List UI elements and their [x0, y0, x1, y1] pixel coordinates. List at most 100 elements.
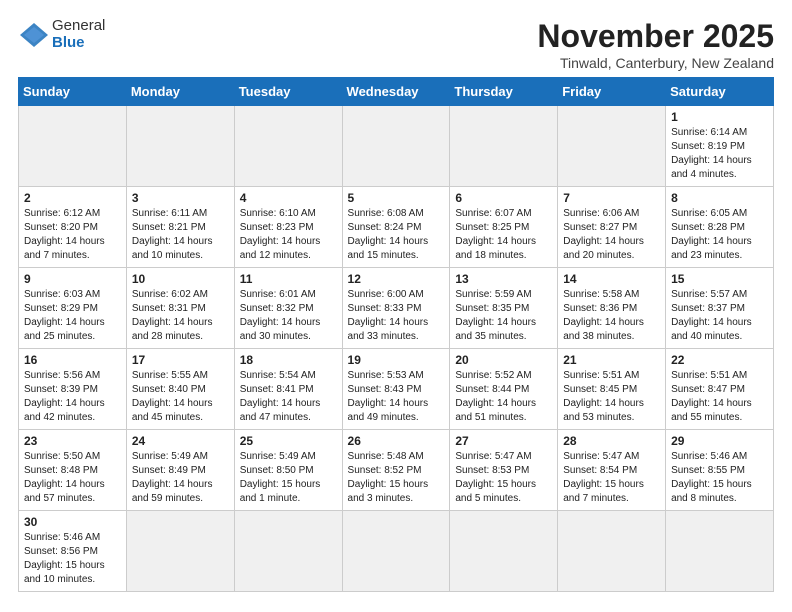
week-row-3: 9 Sunrise: 6:03 AM Sunset: 8:29 PM Daylig… [19, 268, 774, 349]
day-number: 9 [24, 272, 121, 286]
logo-graphic [18, 21, 50, 49]
day-info: Sunrise: 5:53 AM Sunset: 8:43 PM Dayligh… [348, 369, 445, 425]
calendar-cell [19, 106, 127, 187]
logo-container: General Blue [18, 18, 105, 51]
day-info: Sunrise: 6:10 AM Sunset: 8:23 PM Dayligh… [240, 207, 337, 263]
day-info: Sunrise: 5:52 AM Sunset: 8:44 PM Dayligh… [455, 369, 552, 425]
day-info: Sunrise: 5:57 AM Sunset: 8:37 PM Dayligh… [671, 288, 768, 344]
day-info: Sunrise: 5:47 AM Sunset: 8:53 PM Dayligh… [455, 450, 552, 506]
day-number: 1 [671, 110, 768, 124]
calendar-cell: 11Sunrise: 6:01 AM Sunset: 8:32 PM Dayli… [234, 268, 342, 349]
day-number: 14 [563, 272, 660, 286]
calendar-cell: 20 Sunrise: 5:52 AM Sunset: 8:44 PM Dayli… [450, 349, 558, 430]
day-info: Sunrise: 5:49 AM Sunset: 8:49 PM Dayligh… [132, 450, 229, 506]
day-info: Sunrise: 6:07 AM Sunset: 8:25 PM Dayligh… [455, 207, 552, 263]
calendar-cell: 8Sunrise: 6:05 AM Sunset: 8:28 PM Daylig… [666, 187, 774, 268]
calendar-cell: 5 Sunrise: 6:08 AM Sunset: 8:24 PM Daylig… [342, 187, 450, 268]
calendar-cell: 16Sunrise: 5:56 AM Sunset: 8:39 PM Dayli… [19, 349, 127, 430]
calendar-cell: 4 Sunrise: 6:10 AM Sunset: 8:23 PM Daylig… [234, 187, 342, 268]
day-number: 4 [240, 191, 337, 205]
day-header-monday: Monday [126, 78, 234, 106]
day-number: 19 [348, 353, 445, 367]
calendar-cell: 13Sunrise: 5:59 AM Sunset: 8:35 PM Dayli… [450, 268, 558, 349]
week-row-6: 30 Sunrise: 5:46 AM Sunset: 8:56 PM Dayli… [19, 511, 774, 592]
calendar-cell: 22 Sunrise: 5:51 AM Sunset: 8:47 PM Dayli… [666, 349, 774, 430]
calendar-cell [234, 511, 342, 592]
day-info: Sunrise: 6:11 AM Sunset: 8:21 PM Dayligh… [132, 207, 229, 263]
day-number: 27 [455, 434, 552, 448]
day-info: Sunrise: 5:49 AM Sunset: 8:50 PM Dayligh… [240, 450, 337, 506]
day-headers-row: SundayMondayTuesdayWednesdayThursdayFrid… [19, 78, 774, 106]
day-number: 29 [671, 434, 768, 448]
day-number: 2 [24, 191, 121, 205]
day-info: Sunrise: 5:50 AM Sunset: 8:48 PM Dayligh… [24, 450, 121, 506]
calendar-cell: 9 Sunrise: 6:03 AM Sunset: 8:29 PM Daylig… [19, 268, 127, 349]
day-info: Sunrise: 6:02 AM Sunset: 8:31 PM Dayligh… [132, 288, 229, 344]
calendar-cell: 14Sunrise: 5:58 AM Sunset: 8:36 PM Dayli… [558, 268, 666, 349]
day-number: 16 [24, 353, 121, 367]
day-info: Sunrise: 6:03 AM Sunset: 8:29 PM Dayligh… [24, 288, 121, 344]
calendar-cell [450, 511, 558, 592]
day-info: Sunrise: 5:59 AM Sunset: 8:35 PM Dayligh… [455, 288, 552, 344]
day-number: 10 [132, 272, 229, 286]
day-number: 17 [132, 353, 229, 367]
day-number: 7 [563, 191, 660, 205]
day-number: 25 [240, 434, 337, 448]
calendar-cell: 23 Sunrise: 5:50 AM Sunset: 8:48 PM Dayli… [19, 430, 127, 511]
day-header-sunday: Sunday [19, 78, 127, 106]
day-info: Sunrise: 5:46 AM Sunset: 8:55 PM Dayligh… [671, 450, 768, 506]
day-header-tuesday: Tuesday [234, 78, 342, 106]
calendar-cell [342, 511, 450, 592]
day-info: Sunrise: 5:46 AM Sunset: 8:56 PM Dayligh… [24, 531, 121, 587]
calendar-table: SundayMondayTuesdayWednesdayThursdayFrid… [18, 77, 774, 592]
day-info: Sunrise: 5:55 AM Sunset: 8:40 PM Dayligh… [132, 369, 229, 425]
day-number: 23 [24, 434, 121, 448]
day-number: 30 [24, 515, 121, 529]
day-header-friday: Friday [558, 78, 666, 106]
day-info: Sunrise: 5:51 AM Sunset: 8:45 PM Dayligh… [563, 369, 660, 425]
day-info: Sunrise: 6:14 AM Sunset: 8:19 PM Dayligh… [671, 126, 768, 182]
calendar-cell: 15 Sunrise: 5:57 AM Sunset: 8:37 PM Dayli… [666, 268, 774, 349]
day-header-saturday: Saturday [666, 78, 774, 106]
day-number: 22 [671, 353, 768, 367]
calendar-cell: 10 Sunrise: 6:02 AM Sunset: 8:31 PM Dayli… [126, 268, 234, 349]
calendar-cell [558, 106, 666, 187]
day-number: 3 [132, 191, 229, 205]
calendar-cell: 19 Sunrise: 5:53 AM Sunset: 8:43 PM Dayli… [342, 349, 450, 430]
calendar-cell: 3 Sunrise: 6:11 AM Sunset: 8:21 PM Daylig… [126, 187, 234, 268]
day-info: Sunrise: 6:06 AM Sunset: 8:27 PM Dayligh… [563, 207, 660, 263]
day-number: 24 [132, 434, 229, 448]
week-row-5: 23 Sunrise: 5:50 AM Sunset: 8:48 PM Dayli… [19, 430, 774, 511]
calendar-cell: 25 Sunrise: 5:49 AM Sunset: 8:50 PM Dayli… [234, 430, 342, 511]
day-info: Sunrise: 5:51 AM Sunset: 8:47 PM Dayligh… [671, 369, 768, 425]
calendar-cell [450, 106, 558, 187]
calendar-cell [126, 106, 234, 187]
calendar-cell [126, 511, 234, 592]
day-number: 28 [563, 434, 660, 448]
day-number: 15 [671, 272, 768, 286]
calendar-cell: 18Sunrise: 5:54 AM Sunset: 8:41 PM Dayli… [234, 349, 342, 430]
day-info: Sunrise: 6:12 AM Sunset: 8:20 PM Dayligh… [24, 207, 121, 263]
calendar-cell [234, 106, 342, 187]
calendar-cell: 24 Sunrise: 5:49 AM Sunset: 8:49 PM Dayli… [126, 430, 234, 511]
day-number: 21 [563, 353, 660, 367]
calendar-cell: 29 Sunrise: 5:46 AM Sunset: 8:55 PM Dayli… [666, 430, 774, 511]
day-info: Sunrise: 5:54 AM Sunset: 8:41 PM Dayligh… [240, 369, 337, 425]
calendar-cell: 26Sunrise: 5:48 AM Sunset: 8:52 PM Dayli… [342, 430, 450, 511]
title-block: November 2025 Tinwald, Canterbury, New Z… [537, 18, 774, 71]
calendar-cell [558, 511, 666, 592]
month-title: November 2025 [537, 18, 774, 55]
day-number: 5 [348, 191, 445, 205]
calendar-cell: 7 Sunrise: 6:06 AM Sunset: 8:27 PM Daylig… [558, 187, 666, 268]
day-info: Sunrise: 6:08 AM Sunset: 8:24 PM Dayligh… [348, 207, 445, 263]
calendar-cell: 27 Sunrise: 5:47 AM Sunset: 8:53 PM Dayli… [450, 430, 558, 511]
day-info: Sunrise: 6:00 AM Sunset: 8:33 PM Dayligh… [348, 288, 445, 344]
location-subtitle: Tinwald, Canterbury, New Zealand [537, 55, 774, 71]
calendar-cell: 28Sunrise: 5:47 AM Sunset: 8:54 PM Dayli… [558, 430, 666, 511]
day-number: 20 [455, 353, 552, 367]
calendar-cell: 1 Sunrise: 6:14 AM Sunset: 8:19 PM Daylig… [666, 106, 774, 187]
day-number: 6 [455, 191, 552, 205]
calendar-cell: 12Sunrise: 6:00 AM Sunset: 8:33 PM Dayli… [342, 268, 450, 349]
day-number: 26 [348, 434, 445, 448]
calendar-cell: 17 Sunrise: 5:55 AM Sunset: 8:40 PM Dayli… [126, 349, 234, 430]
